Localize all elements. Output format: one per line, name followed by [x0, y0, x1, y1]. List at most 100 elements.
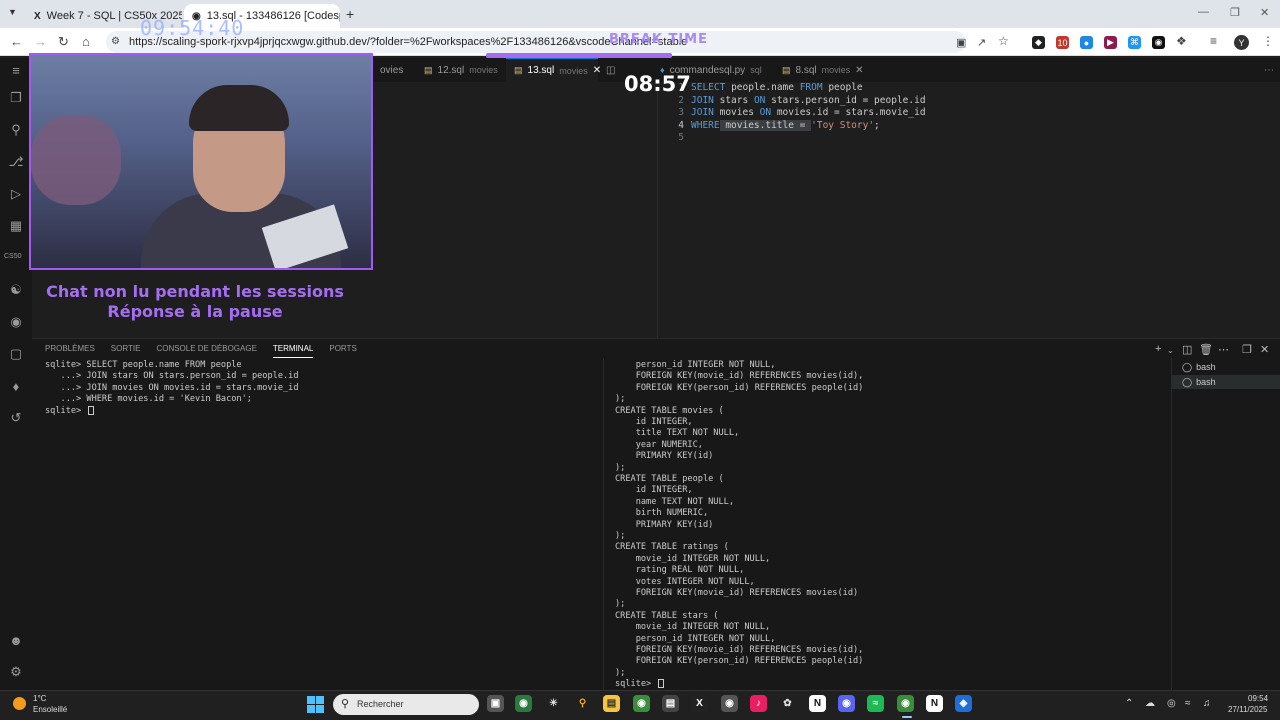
new-tab-button[interactable]: +	[346, 6, 354, 22]
steam-icon[interactable]: ◉	[721, 695, 738, 712]
home-icon[interactable]: ⌂	[82, 34, 90, 49]
new-terminal-icon[interactable]: +	[1155, 343, 1161, 355]
terminal-list-item[interactable]: ◯ bash	[1172, 360, 1280, 374]
github-icon[interactable]: ◉	[8, 314, 24, 330]
close-icon[interactable]: ✕	[855, 65, 863, 76]
discord-icon[interactable]: ◉	[838, 695, 855, 712]
close-window-icon[interactable]: ✕	[1260, 6, 1269, 19]
terminal-list-label: bash	[1196, 377, 1216, 387]
weather-description[interactable]: Ensoleillé	[33, 705, 67, 714]
taskbar-date[interactable]: 27/11/2025	[1228, 705, 1267, 714]
terminal-line: ...> JOIN movies ON movies.id = stars.mo…	[45, 382, 299, 393]
more-actions-icon[interactable]: ⋯	[1256, 58, 1276, 82]
spotify-icon[interactable]: ≈	[867, 695, 884, 712]
notion-icon[interactable]: N	[926, 695, 943, 712]
reading-list-icon[interactable]: ≡	[1210, 34, 1217, 48]
terminal-cursor	[88, 405, 95, 415]
extension-icon[interactable]: ◆	[1032, 36, 1045, 49]
cube-icon[interactable]: ▢	[8, 346, 24, 362]
terminal-line: person_id INTEGER NOT NULL,	[615, 360, 776, 370]
terminal-line: PRIMARY KEY(id)	[615, 519, 714, 530]
split-editor-icon[interactable]: ◫	[598, 58, 618, 82]
search-app-icon[interactable]: ⚲	[574, 695, 591, 712]
tab-search-chevron-icon[interactable]: ▼	[8, 7, 17, 17]
chevron-down-icon[interactable]: ⌄	[1167, 346, 1174, 355]
maximize-icon[interactable]: ❐	[1230, 6, 1240, 19]
volume-icon[interactable]: ♫	[1203, 698, 1211, 709]
site-info-icon[interactable]: ⚙	[111, 36, 120, 47]
close-panel-icon[interactable]: ✕	[1260, 343, 1269, 356]
task-view-icon[interactable]: ▣	[487, 695, 504, 712]
cloud-icon[interactable]: ☁	[1145, 698, 1155, 709]
tiktok-icon[interactable]: ♪	[750, 695, 767, 712]
more-actions-icon[interactable]: ⋯	[1218, 343, 1229, 356]
reload-icon[interactable]: ↻	[58, 34, 69, 50]
menu-hamburger-icon[interactable]: ≡	[8, 62, 24, 78]
microphone-icon[interactable]: ◎	[1167, 698, 1176, 709]
settings-gear-icon[interactable]: ⚙	[8, 664, 24, 680]
extensions-puzzle-icon[interactable]: ❖	[1176, 34, 1187, 48]
tab-problems[interactable]: PROBLÈMES	[45, 344, 95, 358]
back-arrow-icon[interactable]: ←	[10, 34, 23, 49]
notion-icon[interactable]: N	[809, 695, 826, 712]
vscode-icon[interactable]: ◈	[955, 695, 972, 712]
tab-terminal[interactable]: TERMINAL	[272, 344, 314, 358]
maximize-panel-icon[interactable]: ❐	[1242, 343, 1252, 356]
stream-clock: 09:54:40	[140, 16, 245, 40]
extensions-icon[interactable]: ▦	[8, 218, 24, 234]
run-debug-icon[interactable]: ▷	[8, 186, 24, 202]
chrome-icon[interactable]: ◉	[633, 695, 650, 712]
account-icon[interactable]: ☻	[8, 632, 24, 648]
brightness-icon[interactable]: ☀	[545, 695, 562, 712]
sun-weather-icon[interactable]	[13, 697, 26, 710]
x-app-icon[interactable]: X	[691, 695, 708, 712]
python-icon[interactable]: ♦	[8, 378, 24, 394]
extension-icon[interactable]: ▶	[1104, 36, 1117, 49]
terminal-list-item[interactable]: ◯ bash	[1172, 375, 1280, 389]
windows-start-button[interactable]	[307, 696, 324, 713]
ducky-icon[interactable]: ☯	[8, 282, 24, 298]
bookmark-star-icon[interactable]: ☆	[998, 34, 1009, 48]
cs50-label[interactable]: CS50	[4, 253, 22, 260]
tray-chevron-up-icon[interactable]: ⌃	[1125, 698, 1133, 709]
taskbar-search-box[interactable]	[333, 694, 479, 715]
terminal-left[interactable]: sqlite> SELECT people.name FROM people .…	[45, 360, 600, 420]
chatgpt-icon[interactable]: ✿	[779, 695, 796, 712]
terminal-line: person_id INTEGER NOT NULL,	[615, 633, 776, 644]
trash-icon[interactable]: 🗑	[1199, 343, 1213, 356]
search-icon[interactable]: ⚲	[8, 122, 24, 138]
editor-tab[interactable]: ▤ 8.sql movies ✕	[774, 58, 864, 82]
taskbar-time[interactable]: 09:54	[1248, 694, 1268, 703]
editor-tab-active[interactable]: ▤ 13.sql movies ✕	[506, 58, 601, 82]
store-icon[interactable]: ▤	[662, 695, 679, 712]
explorer-files-icon[interactable]: ❐	[8, 90, 24, 106]
split-terminal-icon[interactable]: ◫	[1182, 343, 1192, 356]
profile-avatar[interactable]: Y	[1234, 35, 1249, 50]
file-explorer-icon[interactable]: ▤	[603, 695, 620, 712]
forward-arrow-icon[interactable]: →	[34, 34, 47, 49]
extension-icon[interactable]: ⌘	[1128, 36, 1141, 49]
terminal-line: rating REAL NOT NULL,	[615, 565, 745, 576]
install-app-icon[interactable]: ▣	[956, 36, 966, 49]
editor-tab[interactable]: ▤ 12.sql movies	[416, 58, 506, 82]
widget-icon[interactable]: ◉	[515, 695, 532, 712]
chrome-active-icon[interactable]: ◉	[897, 695, 914, 712]
source-control-icon[interactable]: ⎇	[8, 154, 24, 170]
editor-tab-label: 13.sql	[527, 65, 555, 76]
editor-tab[interactable]: ovies	[372, 58, 416, 82]
share-icon[interactable]: ↗	[977, 36, 986, 49]
weather-temperature[interactable]: 1°C	[33, 694, 46, 703]
chrome-menu-icon[interactable]: ⋮	[1262, 34, 1274, 48]
terminal-split-divider[interactable]	[603, 358, 604, 690]
terminal-right[interactable]: person_id INTEGER NOT NULL, FOREIGN KEY(…	[615, 360, 1165, 690]
line-number: 2	[678, 94, 684, 106]
extension-icon[interactable]: ●	[1080, 36, 1093, 49]
tab-debug-console[interactable]: CONSOLE DE DÉBOGAGE	[156, 344, 256, 358]
tab-output[interactable]: SORTIE	[111, 344, 141, 358]
wifi-icon[interactable]: ≈	[1185, 698, 1191, 709]
extension-badge-icon[interactable]: 10	[1056, 36, 1069, 49]
remote-explorer-icon[interactable]: ↺	[8, 410, 24, 426]
tab-ports[interactable]: PORTS	[329, 344, 356, 358]
minimize-icon[interactable]: —	[1198, 6, 1209, 18]
extension-icon[interactable]: ◉	[1152, 36, 1165, 49]
